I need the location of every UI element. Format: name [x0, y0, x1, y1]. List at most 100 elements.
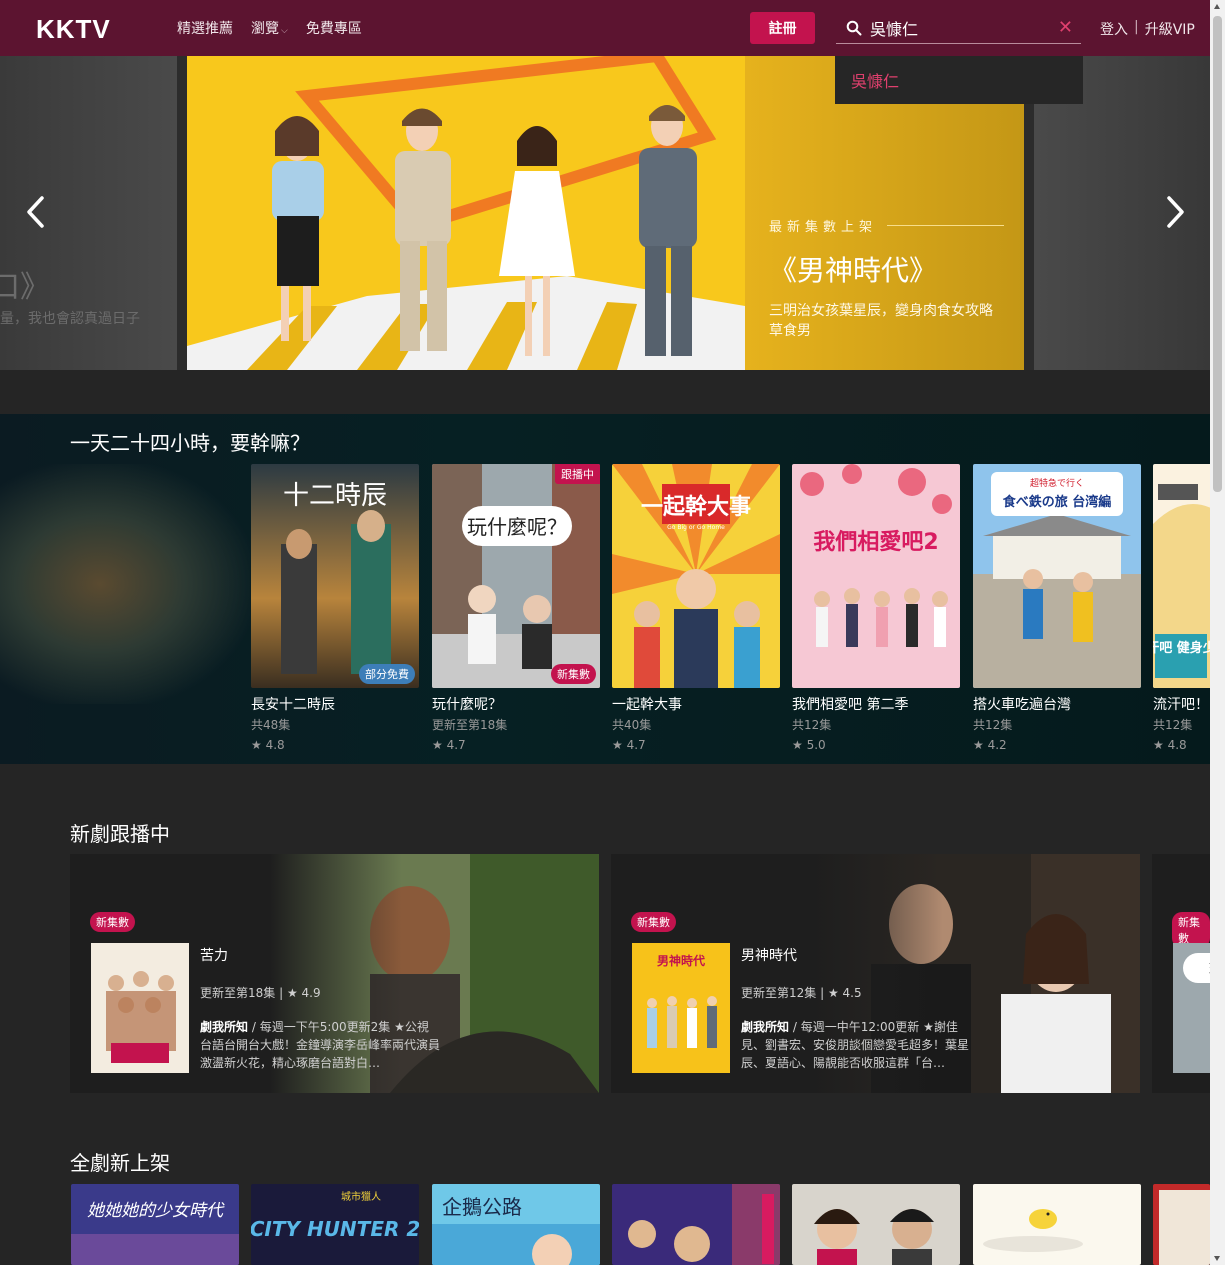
show-title: 玩什麼呢？ — [432, 697, 502, 713]
thumb-title-text: 男神時代 — [657, 953, 705, 968]
show-title: 我們相愛吧 第二季 — [792, 697, 909, 713]
show-poster[interactable]: 一起幹大事 Go Big or Go Home — [612, 464, 780, 688]
hero-kicker-label: 最新集數上架 — [769, 220, 878, 235]
rating-value: 5.0 — [806, 738, 826, 752]
arrival-poster[interactable]: 城市獵人 CITY HUNTER 2 — [251, 1184, 419, 1265]
nav-browse[interactable]: 瀏覽 ⌵ — [251, 18, 288, 38]
scroll-down-arrow-icon[interactable] — [1214, 1256, 1220, 1261]
star-icon: ★ — [973, 738, 984, 752]
arrival-poster[interactable]: 企鵝公路 — [432, 1184, 600, 1265]
new-episode-badge: 新集數 — [90, 912, 135, 932]
arrival-poster[interactable] — [612, 1184, 780, 1265]
show-title: 搭火車吃遍台灣 — [973, 697, 1071, 713]
arrival-poster[interactable] — [1153, 1184, 1210, 1265]
poster-image — [612, 1184, 780, 1265]
poster-image — [1153, 1184, 1210, 1265]
new-episode-badge: 新集數 — [631, 912, 676, 932]
drama-meta: 更新至第18集 | ★ 4.9 — [200, 986, 321, 1000]
drama-thumbnail[interactable]: 玩什 — [1173, 943, 1210, 1073]
arrival-poster[interactable] — [973, 1184, 1141, 1265]
rating: ★ 4.7 — [432, 738, 600, 752]
kktv-logo[interactable]: KKTV — [36, 14, 111, 45]
upgrade-vip-link[interactable]: 升級VIP — [1145, 19, 1195, 39]
arrival-poster[interactable] — [792, 1184, 960, 1265]
drama-thumbnail[interactable]: 男神時代 — [632, 943, 730, 1073]
drama-description: 劇我所知 / 每週一中午12:00更新 ★謝佳見、劉書宏、安俊朋談個戀愛毛超多！… — [741, 1018, 981, 1072]
show-card[interactable]: 超特急で行く 食べ鉄の旅 台湾編 搭火車吃遍台灣 共12集 ★ 4.2 — [973, 464, 1141, 752]
drama-thumbnail[interactable] — [91, 943, 189, 1073]
poster-image: 她她她的少女時代 — [71, 1184, 239, 1265]
poster-image: 十二時辰 — [251, 464, 419, 688]
top-header: KKTV 精選推薦 瀏覽⌵ 免費專區 註冊 ✕ 登入 | 升級VIP — [0, 0, 1210, 56]
poster-title-text: 食べ鉄の旅 台湾編 — [1003, 494, 1112, 510]
poster-title-text: 流汗吧 健身少女 — [1153, 640, 1210, 656]
rating-value: 4.2 — [987, 738, 1007, 752]
drama-feature-card[interactable]: 新集數 男神時代 男神時代 更新至第12集 | ★ 4.5 劇我所知 / 每週一… — [611, 854, 1140, 1093]
prev-slide-title: 口》 — [0, 270, 50, 305]
drama-feature-card[interactable]: 新集數 苦力 更新至第18集 | ★ 4.9 劇我所知 / 每週一下午5:00更… — [70, 854, 599, 1093]
star-icon: ★ — [612, 738, 623, 752]
show-card[interactable]: 玩什麼呢？ 跟播中 新集數 玩什麼呢？ 更新至第18集 ★ 4.7 — [432, 464, 600, 752]
search-icon[interactable] — [846, 20, 862, 36]
rating: ★ 4.8 — [251, 738, 419, 752]
poster-image — [973, 1184, 1141, 1265]
page-scrollbar[interactable] — [1210, 0, 1225, 1265]
chevron-right-icon[interactable] — [1163, 194, 1187, 230]
poster-image: 玩什麼呢？ — [432, 464, 600, 688]
arrival-poster[interactable]: 她她她的少女時代 — [71, 1184, 239, 1265]
main-nav: 精選推薦 瀏覽 ⌵ 免費專區 — [177, 18, 362, 38]
hero-banner-image[interactable] — [187, 56, 745, 370]
rating-value: 4.8 — [265, 738, 285, 752]
episode-count: 共40集 — [612, 718, 652, 732]
clear-search-icon[interactable]: ✕ — [1058, 19, 1073, 37]
show-poster[interactable]: 十二時辰 部分免費 — [251, 464, 419, 688]
star-icon: ★ — [251, 738, 262, 752]
login-link[interactable]: 登入 — [1100, 19, 1128, 39]
nav-featured[interactable]: 精選推薦 — [177, 18, 233, 38]
search-suggestion-item[interactable]: 吳慷仁 — [835, 56, 1083, 104]
nav-free-zone[interactable]: 免費專區 — [306, 18, 362, 38]
drama-title: 苦力 — [200, 948, 228, 964]
partial-free-badge: 部分免費 — [359, 664, 415, 684]
new-episode-badge: 新集數 — [551, 664, 596, 684]
poster-title-text: 企鵝公路 — [442, 1195, 522, 1219]
hero-title: 《男神時代》 — [769, 254, 938, 287]
rating: ★ 5.0 — [792, 738, 960, 752]
search-box: ✕ — [836, 12, 1081, 44]
poster-subtitle-text: Go Big or Go Home — [667, 524, 725, 531]
scroll-up-arrow-icon[interactable] — [1214, 4, 1220, 9]
show-poster[interactable]: 流汗吧 健身少女 — [1153, 464, 1210, 688]
show-poster[interactable]: 玩什麼呢？ 跟播中 新集數 — [432, 464, 600, 688]
show-poster[interactable]: 超特急で行く 食べ鉄の旅 台湾編 — [973, 464, 1141, 688]
show-card[interactable]: 十二時辰 部分免費 長安十二時辰 共48集 ★ 4.8 — [251, 464, 419, 752]
show-card[interactable]: 流汗吧 健身少女 流汗吧！ 共12集 ★ 4.8 — [1153, 464, 1210, 752]
separator: | — [1134, 19, 1139, 35]
episode-count: 共12集 — [973, 718, 1013, 732]
show-card[interactable]: 我們相愛吧2 我們相愛吧 第二季 共12集 ★ 5.0 — [792, 464, 960, 752]
episode-count: 共48集 — [251, 718, 291, 732]
star-icon: ★ — [1153, 738, 1164, 752]
new-arrivals-section-title: 全劇新上架 — [70, 1151, 170, 1175]
show-poster[interactable]: 我們相愛吧2 — [792, 464, 960, 688]
star-icon: ★ — [432, 738, 443, 752]
section-background-art — [0, 464, 250, 704]
poster-title-text: 我們相愛吧2 — [813, 529, 938, 555]
chevron-left-icon[interactable] — [24, 194, 48, 230]
poster-image: 企鵝公路 — [432, 1184, 600, 1265]
register-button[interactable]: 註冊 — [750, 12, 815, 44]
drama-feature-card[interactable]: 新集數 玩什 — [1152, 854, 1210, 1093]
poster-image: 城市獵人 CITY HUNTER 2 — [251, 1184, 419, 1265]
rating-value: 4.7 — [446, 738, 466, 752]
search-input[interactable] — [870, 18, 1050, 37]
poster-title-text: 她她她的少女時代 — [87, 1201, 225, 1221]
rating-value: 4.7 — [626, 738, 646, 752]
account-links: 登入 | 升級VIP — [1100, 19, 1195, 39]
drama-meta: 更新至第12集 | ★ 4.5 — [741, 986, 862, 1000]
scrollbar-thumb[interactable] — [1213, 16, 1222, 492]
hero-cast-illustration — [187, 56, 745, 370]
show-card[interactable]: 一起幹大事 Go Big or Go Home 一起幹大事 共40集 ★ 4.7 — [612, 464, 780, 752]
rating-value: 4.8 — [1167, 738, 1187, 752]
poster-top-text: 城市獵人 — [341, 1190, 381, 1203]
poster-title-text: 玩什麼呢？ — [467, 515, 567, 539]
poster-top-text: 超特急で行く — [1030, 477, 1084, 489]
